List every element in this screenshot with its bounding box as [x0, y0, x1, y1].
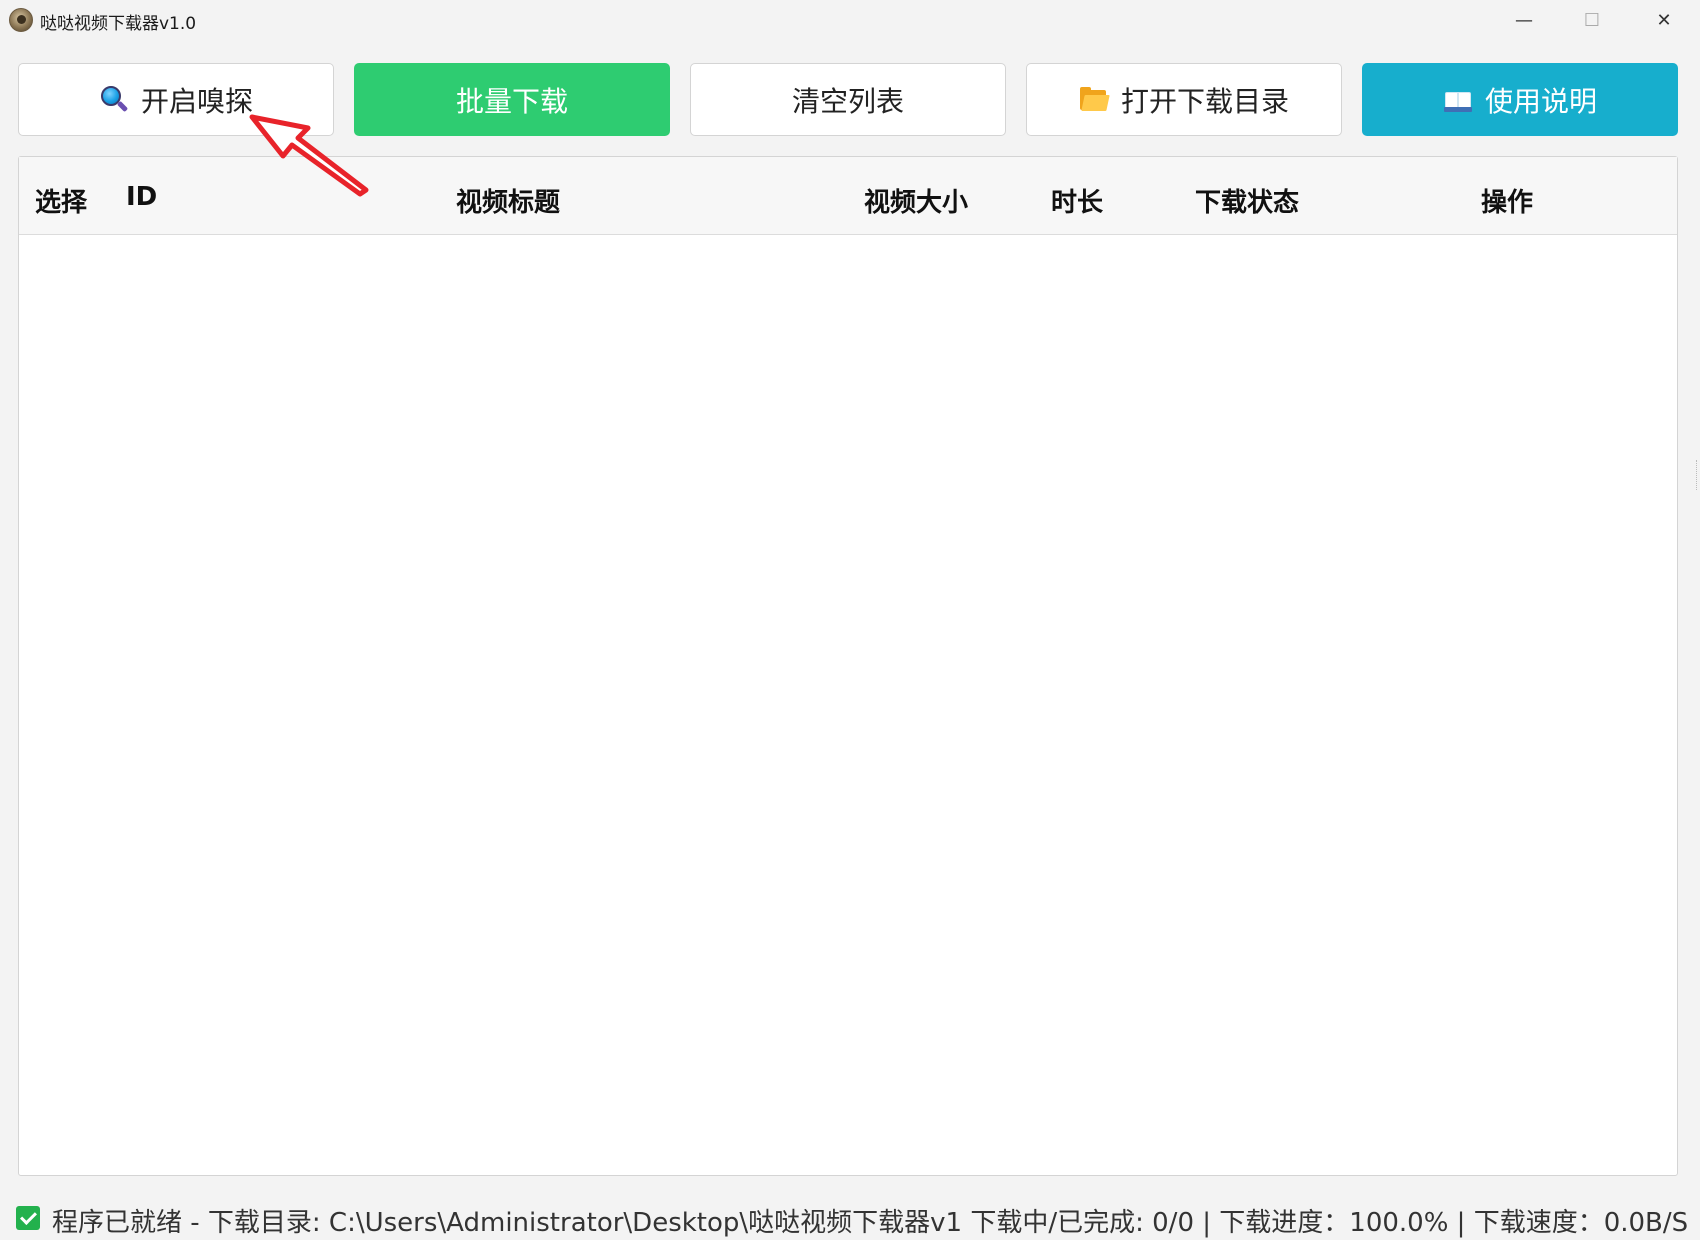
sniff-button-label: 开启嗅探 — [140, 84, 253, 118]
column-header-duration[interactable]: 时长 — [1051, 182, 1103, 219]
title-bar: 哒哒视频下载器v1.0 — ☐ ✕ — [0, 0, 1700, 40]
column-header-status[interactable]: 下载状态 — [1195, 182, 1299, 219]
book-icon — [1443, 85, 1473, 115]
app-logo-icon — [9, 8, 33, 32]
minimize-button[interactable]: — — [1490, 0, 1558, 40]
batch-download-label: 批量下载 — [455, 84, 568, 118]
instructions-button[interactable]: 使用说明 — [1362, 63, 1678, 136]
clear-list-button[interactable]: 清空列表 — [690, 63, 1006, 136]
batch-download-button[interactable]: 批量下载 — [354, 63, 670, 136]
open-download-dir-label: 打开下载目录 — [1120, 84, 1289, 118]
window-title: 哒哒视频下载器v1.0 — [40, 14, 197, 34]
open-download-dir-button[interactable]: 打开下载目录 — [1026, 63, 1342, 136]
column-header-select[interactable]: 选择 — [35, 182, 87, 219]
status-text: 程序已就绪 - 下载目录: C:\Users\Administrator\Des… — [52, 1208, 1689, 1238]
close-button[interactable]: ✕ — [1630, 0, 1698, 40]
column-header-size[interactable]: 视频大小 — [864, 182, 968, 219]
folder-icon — [1079, 85, 1110, 115]
video-table: 选择 ID 视频标题 视频大小 时长 下载状态 操作 — [18, 156, 1678, 1176]
instructions-label: 使用说明 — [1484, 84, 1597, 118]
app-window: 哒哒视频下载器v1.0 — ☐ ✕ 开启嗅探 批量下载 清空列表 打开下载目录 … — [0, 0, 1700, 1240]
clear-list-label: 清空列表 — [791, 84, 904, 118]
annotation-arrow — [249, 114, 369, 197]
column-header-id[interactable]: ID — [126, 182, 157, 212]
maximize-button[interactable]: ☐ — [1558, 0, 1626, 40]
column-header-action[interactable]: 操作 — [1481, 182, 1533, 219]
window-resize-grip[interactable] — [1696, 460, 1700, 490]
magnifier-icon — [99, 85, 129, 115]
check-icon — [16, 1206, 40, 1230]
status-bar: 程序已就绪 - 下载目录: C:\Users\Administrator\Des… — [0, 1196, 1700, 1240]
column-header-title[interactable]: 视频标题 — [456, 182, 560, 219]
